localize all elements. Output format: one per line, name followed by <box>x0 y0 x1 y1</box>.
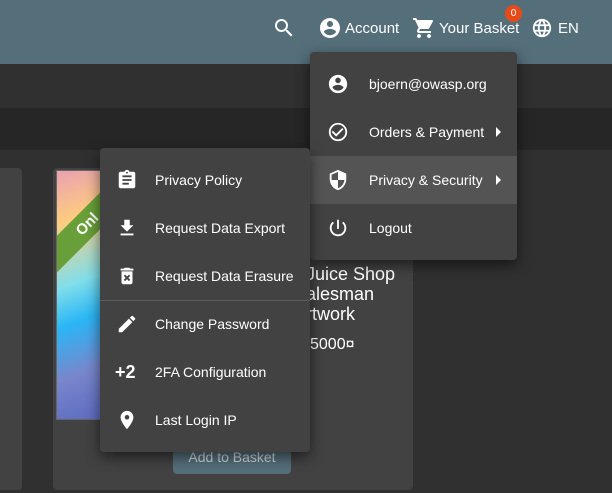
language-button[interactable]: EN <box>531 0 579 56</box>
two-factor-icon: +2 <box>115 361 136 382</box>
menu-item-change-password[interactable]: Change Password <box>100 300 310 348</box>
menu-item-last-login-ip[interactable]: Last Login IP <box>100 396 310 444</box>
menu-item-label: Privacy & Security <box>369 172 483 188</box>
menu-item-orders-payment[interactable]: Orders & Payment <box>310 108 517 156</box>
check-circle-icon <box>328 122 348 142</box>
language-label: EN <box>558 19 579 37</box>
globe-icon <box>532 18 552 38</box>
product-ribbon: Onl <box>57 172 101 276</box>
menu-item-label: bjoern@owasp.org <box>369 76 487 92</box>
basket-label: Your Basket <box>439 19 520 37</box>
download-icon <box>120 219 134 236</box>
menu-item-label: Privacy Policy <box>155 172 243 188</box>
menu-item-label: Request Data Export <box>155 220 285 236</box>
basket-button[interactable]: Your Basket <box>412 0 519 56</box>
menu-item-data-export[interactable]: Request Data Export <box>100 204 310 252</box>
menu-item-data-erasure[interactable]: Request Data Erasure <box>100 252 310 300</box>
location-icon <box>120 410 134 430</box>
chevron-right-icon <box>496 127 501 137</box>
delete-icon <box>120 267 134 285</box>
menu-item-2fa-configuration[interactable]: +2 2FA Configuration <box>100 348 310 396</box>
menu-item-email[interactable]: bjoern@owasp.org <box>310 60 517 108</box>
menu-item-label: Last Login IP <box>155 412 237 428</box>
basket-count-badge: 0 <box>505 5 522 22</box>
product-price: 5000¤ <box>310 336 355 353</box>
sub-header-bar <box>0 108 612 150</box>
menu-item-logout[interactable]: Logout <box>310 204 517 252</box>
search-button[interactable] <box>272 0 296 56</box>
top-toolbar: Account Your Basket 0 EN <box>0 0 612 64</box>
menu-item-label: Request Data Erasure <box>155 268 294 284</box>
menu-divider <box>100 300 310 301</box>
menu-item-label: 2FA Configuration <box>155 364 267 380</box>
menu-item-label: Orders & Payment <box>369 124 485 140</box>
product-card-partial <box>0 168 22 490</box>
account-menu: bjoern@owasp.org Orders & Payment Privac… <box>310 52 517 260</box>
account-label: Account <box>345 19 400 37</box>
account-circle-icon <box>320 18 340 38</box>
edit-icon <box>118 315 136 333</box>
account-button[interactable]: Account <box>318 0 399 56</box>
menu-item-privacy-security[interactable]: Privacy & Security <box>310 156 517 204</box>
clipboard-icon <box>118 169 136 189</box>
chevron-right-icon <box>496 175 501 185</box>
menu-item-label: Logout <box>369 220 412 236</box>
product-name: Juice Shop alesman rtwork <box>306 264 396 324</box>
search-icon <box>275 19 293 37</box>
shield-icon <box>329 169 347 191</box>
product-image[interactable]: Onl <box>56 170 102 420</box>
account-circle-icon <box>328 74 348 94</box>
menu-item-label: Change Password <box>155 316 270 332</box>
menu-item-privacy-policy[interactable]: Privacy Policy <box>100 156 310 204</box>
cart-icon <box>413 18 434 38</box>
power-icon <box>329 219 347 237</box>
